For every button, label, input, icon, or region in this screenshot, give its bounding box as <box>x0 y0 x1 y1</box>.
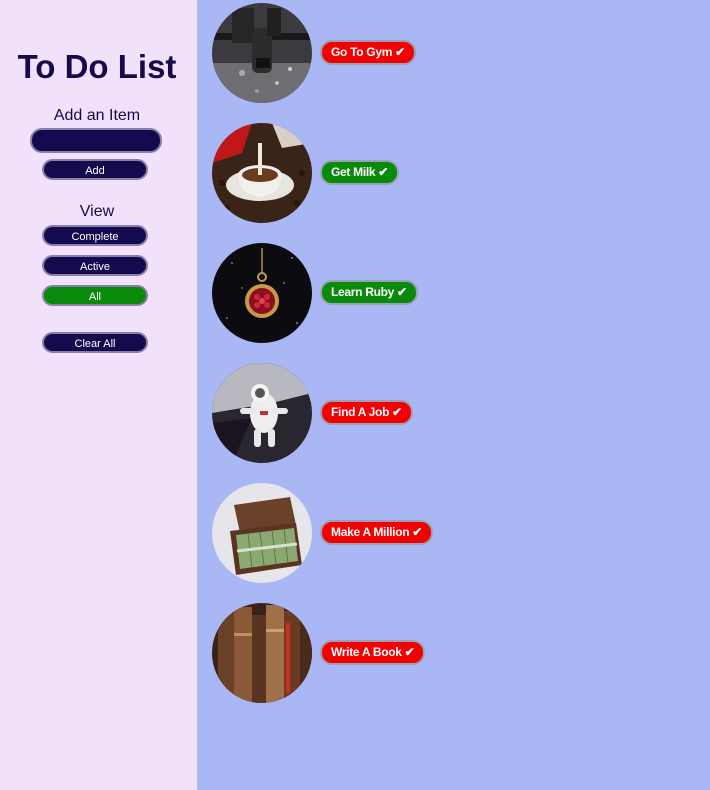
checkmark-icon: ✔ <box>404 645 415 659</box>
todo-label: Get Milk <box>331 165 376 179</box>
add-button[interactable]: Add <box>42 159 148 180</box>
checkmark-icon: ✔ <box>397 285 407 299</box>
coffee-photo <box>212 123 312 223</box>
view-all-button[interactable]: All <box>42 285 148 306</box>
view-active-button[interactable]: Active <box>42 255 148 276</box>
checkmark-icon: ✔ <box>392 405 402 419</box>
todo-label: Find A Job <box>331 405 390 419</box>
todo-label: Learn Ruby <box>331 285 395 299</box>
gym-photo <box>212 3 312 103</box>
checkmark-icon: ✔ <box>412 525 423 539</box>
money-briefcase-photo <box>212 483 312 583</box>
ruby-pendant-photo <box>212 243 312 343</box>
todo-toggle-button[interactable]: Learn Ruby ✔ <box>320 280 418 305</box>
todo-label: Go To Gym <box>331 45 393 59</box>
sidebar: To Do List Add an Item Add View Complete… <box>0 0 197 790</box>
new-item-input[interactable] <box>30 128 162 153</box>
view-label: View <box>79 203 115 220</box>
todo-toggle-button[interactable]: Go To Gym ✔ <box>320 40 416 65</box>
todo-toggle-button[interactable]: Find A Job ✔ <box>320 400 413 425</box>
checkmark-icon: ✔ <box>395 45 405 59</box>
todo-label: Make A Million <box>331 525 410 539</box>
clear-all-button[interactable]: Clear All <box>42 332 148 353</box>
page-title: To Do List <box>17 48 177 85</box>
todo-toggle-button[interactable]: Write A Book ✔ <box>320 640 426 665</box>
todo-toggle-button[interactable]: Make A Million ✔ <box>320 520 434 545</box>
todo-label: Write A Book <box>331 645 402 659</box>
view-complete-button[interactable]: Complete <box>42 225 148 246</box>
add-item-label: Add an Item <box>53 107 141 124</box>
checkmark-icon: ✔ <box>378 165 389 179</box>
astronaut-photo <box>212 363 312 463</box>
todo-toggle-button[interactable]: Get Milk ✔ <box>320 160 400 185</box>
old-books-photo <box>212 603 312 703</box>
